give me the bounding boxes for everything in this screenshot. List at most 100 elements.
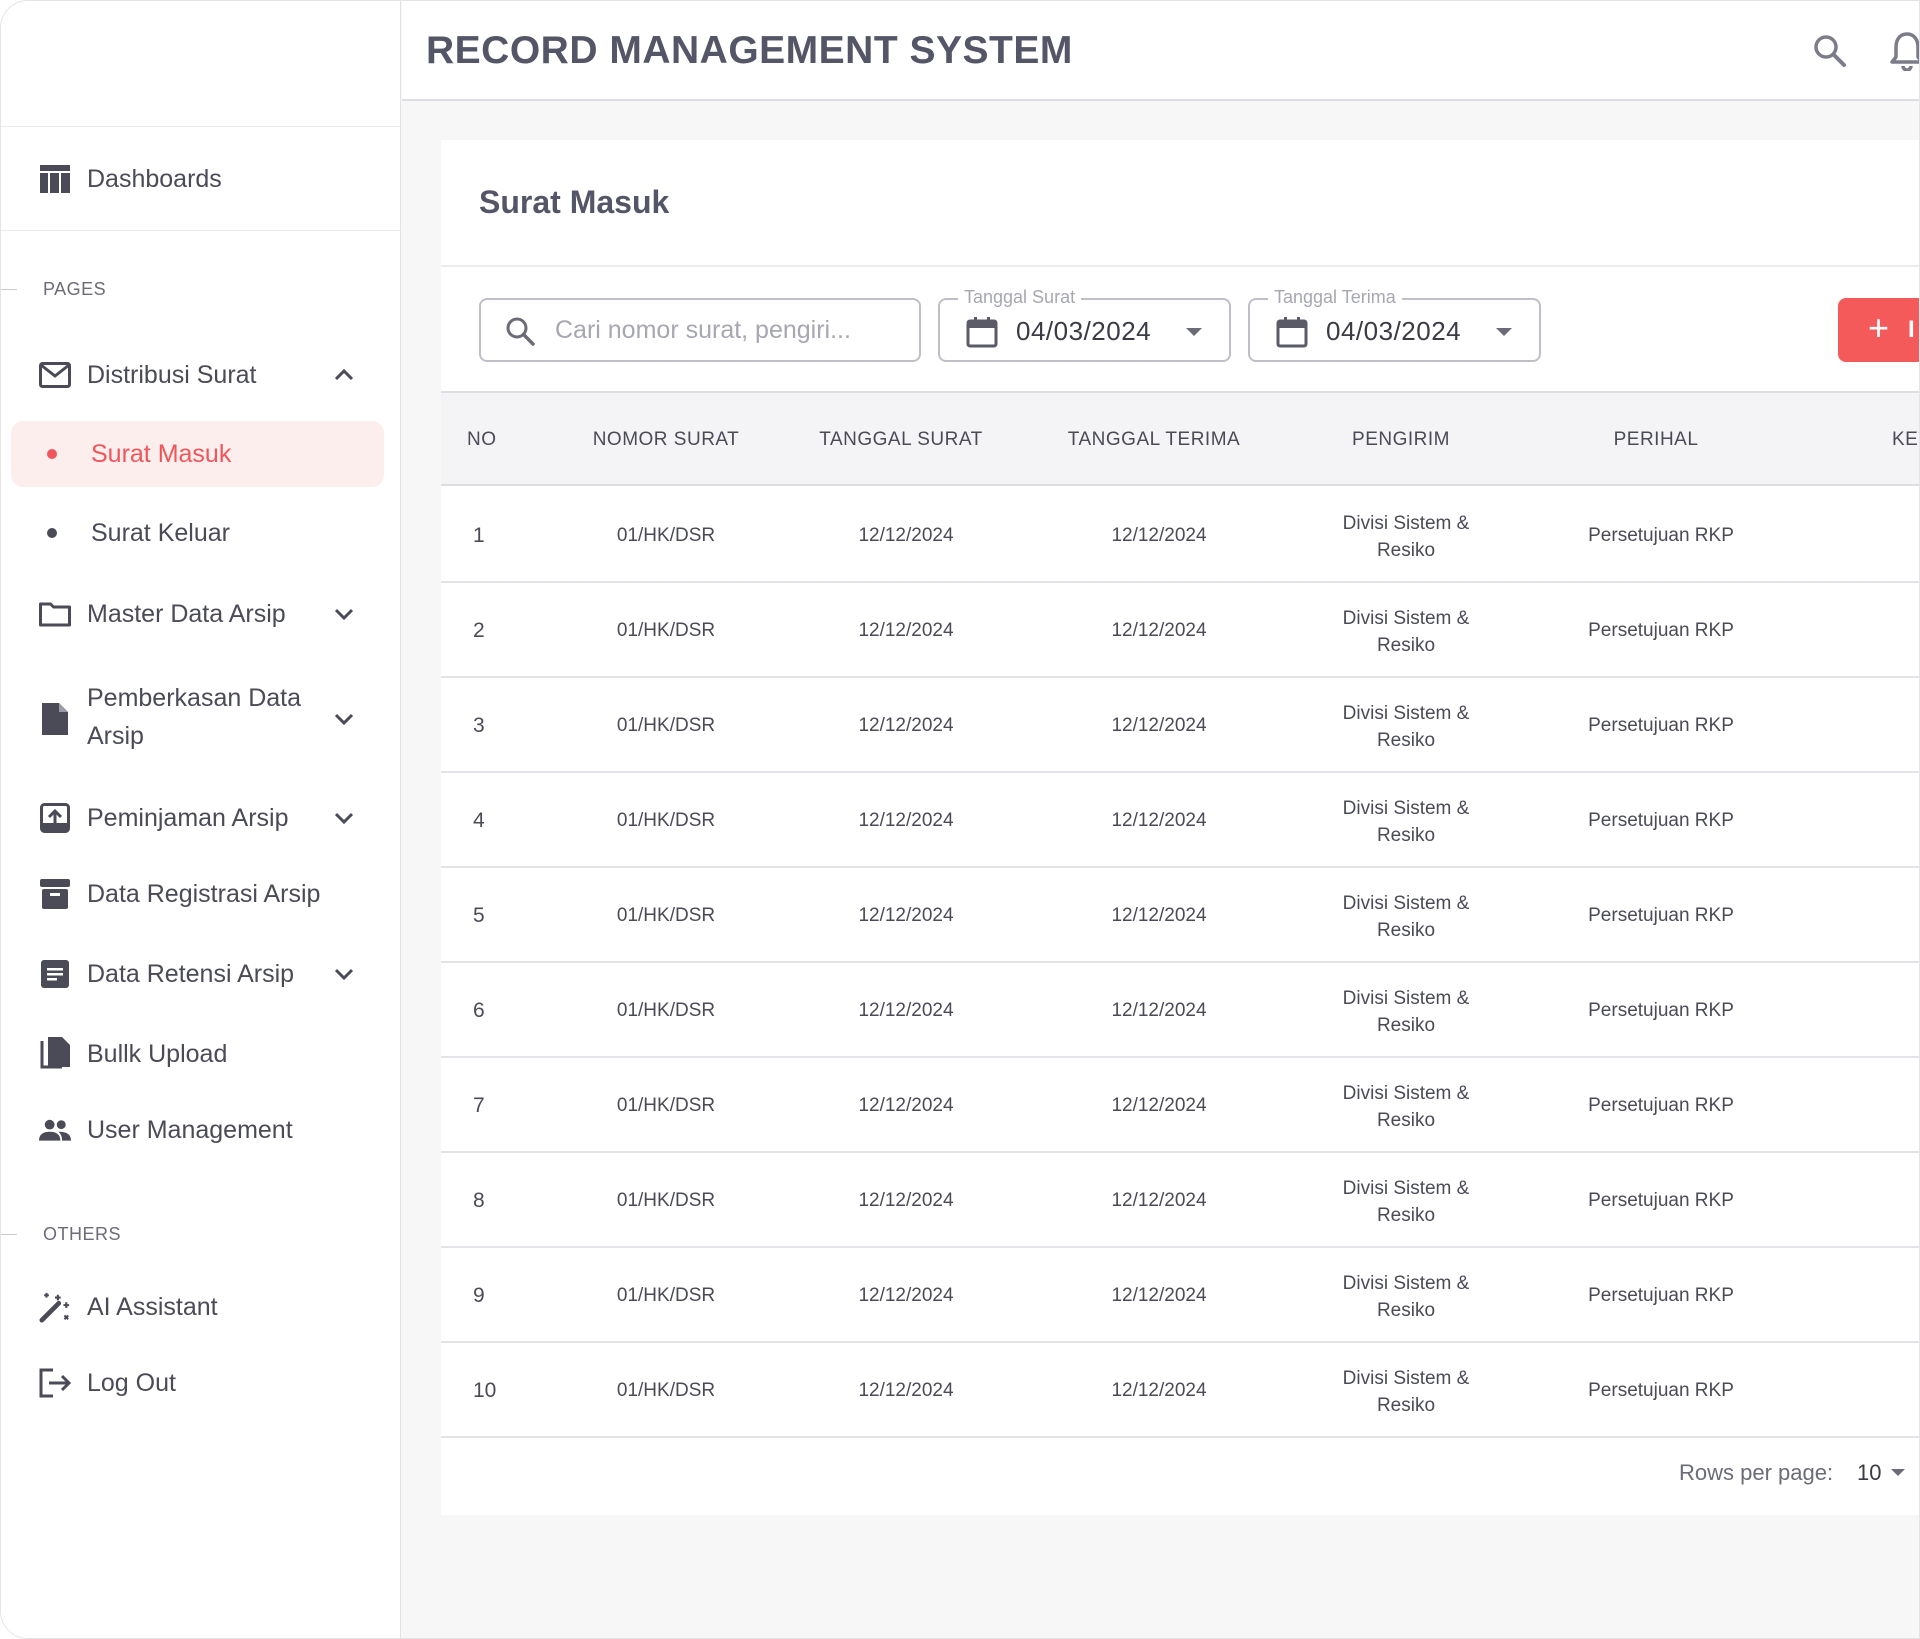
- app-title: RECORD MANAGEMENT SYSTEM: [426, 29, 1073, 72]
- table-row[interactable]: 8 01/HK/DSR 12/12/2024 12/12/2024 Divisi…: [441, 1153, 1919, 1248]
- box-upload-icon: [39, 802, 71, 834]
- cell-ket: -: [1913, 1000, 1919, 1022]
- search-input[interactable]: [555, 310, 905, 350]
- bell-icon[interactable]: [1890, 31, 1919, 72]
- cell-pengirim: Divisi Sistem & Resiko: [1342, 1178, 1470, 1226]
- sidebar-item-log-out[interactable]: Log Out: [1, 1363, 401, 1403]
- app-window: Dashboards PAGES Distribusi Surat Surat …: [0, 0, 1920, 1639]
- cell-ket: -: [1913, 1095, 1919, 1117]
- dropdown-caret-icon[interactable]: [1891, 1469, 1905, 1476]
- search-icon: [505, 316, 535, 346]
- dropdown-caret-icon: [1496, 328, 1512, 336]
- sidebar-item-dashboards[interactable]: Dashboards: [1, 159, 401, 199]
- rows-per-page-label: Rows per page:: [1679, 1460, 1834, 1485]
- sidebar-item-data-registrasi-arsip[interactable]: Data Registrasi Arsip: [1, 874, 401, 914]
- cell-tanggal-surat: 12/12/2024: [858, 1285, 954, 1306]
- cell-no: 8: [473, 1189, 485, 1212]
- cell-perihal: Persetujuan RKP: [1588, 715, 1734, 736]
- cell-nomor-surat: 01/HK/DSR: [616, 525, 716, 546]
- table-row[interactable]: 6 01/HK/DSR 12/12/2024 12/12/2024 Divisi…: [441, 963, 1919, 1058]
- sidebar-item-surat-masuk[interactable]: Surat Masuk: [11, 421, 384, 487]
- cell-perihal: Persetujuan RKP: [1588, 1190, 1734, 1211]
- cell-pengirim: Divisi Sistem & Resiko: [1342, 893, 1470, 941]
- users-icon: [39, 1114, 71, 1146]
- cell-tanggal-surat: 12/12/2024: [858, 715, 954, 736]
- column-header-nomor-surat[interactable]: NOMOR SURAT: [571, 429, 761, 451]
- chevron-down-icon[interactable]: [331, 961, 357, 987]
- cell-ket: -: [1913, 905, 1919, 927]
- cell-tanggal-terima: 12/12/2024: [1111, 1285, 1207, 1306]
- sidebar-item-ai-assistant[interactable]: AI Assistant: [1, 1287, 401, 1327]
- sidebar-item-master-data-arsip[interactable]: Master Data Arsip: [1, 594, 401, 634]
- sidebar-item-label: Peminjaman Arsip: [87, 804, 289, 832]
- cell-ket: -: [1913, 1285, 1919, 1307]
- cell-tanggal-terima: 12/12/2024: [1111, 1190, 1207, 1211]
- column-header-tanggal-terima[interactable]: TANGGAL TERIMA: [1059, 429, 1249, 451]
- table-row[interactable]: 2 01/HK/DSR 12/12/2024 12/12/2024 Divisi…: [441, 583, 1919, 678]
- cell-ket: -: [1913, 620, 1919, 642]
- search-field[interactable]: [479, 298, 921, 362]
- chevron-down-icon[interactable]: [331, 805, 357, 831]
- cell-pengirim: Divisi Sistem & Resiko: [1342, 513, 1470, 561]
- cell-tanggal-surat: 12/12/2024: [858, 1190, 954, 1211]
- sidebar-logo-area: [1, 1, 400, 127]
- sidebar-item-label: Bullk Upload: [87, 1040, 228, 1068]
- divider: [441, 265, 1919, 267]
- tanggal-terima-picker[interactable]: Tanggal Terima 04/03/2024: [1248, 287, 1541, 362]
- cell-nomor-surat: 01/HK/DSR: [616, 715, 716, 736]
- sidebar-item-data-retensi-arsip[interactable]: Data Retensi Arsip: [1, 954, 401, 994]
- cell-pengirim: Divisi Sistem & Resiko: [1342, 1368, 1470, 1416]
- cell-pengirim: Divisi Sistem & Resiko: [1342, 798, 1470, 846]
- sidebar-item-peminjaman-arsip[interactable]: Peminjaman Arsip: [1, 798, 401, 838]
- chevron-down-icon[interactable]: [331, 601, 357, 627]
- add-button[interactable]: + I: [1838, 298, 1919, 362]
- cell-pengirim: Divisi Sistem & Resiko: [1342, 988, 1470, 1036]
- table-row[interactable]: 10 01/HK/DSR 12/12/2024 12/12/2024 Divis…: [441, 1343, 1919, 1438]
- chevron-up-icon[interactable]: [331, 362, 357, 388]
- column-header-tanggal-surat[interactable]: TANGGAL SURAT: [811, 429, 991, 451]
- cell-tanggal-surat: 12/12/2024: [858, 1380, 954, 1401]
- sidebar-item-bulk-upload[interactable]: Bullk Upload: [1, 1034, 401, 1074]
- files-icon: [39, 1037, 71, 1070]
- sidebar-item-surat-keluar[interactable]: Surat Keluar: [11, 500, 384, 566]
- table-row[interactable]: 7 01/HK/DSR 12/12/2024 12/12/2024 Divisi…: [441, 1058, 1919, 1153]
- cell-ket: -: [1913, 525, 1919, 547]
- table-row[interactable]: 1 01/HK/DSR 12/12/2024 12/12/2024 Divisi…: [441, 488, 1919, 583]
- bullet-icon: [47, 449, 57, 459]
- column-header-no[interactable]: NO: [467, 429, 497, 451]
- sidebar-item-label: Pemberkasan Data: [87, 684, 302, 712]
- date-value: 04/03/2024: [1326, 316, 1462, 346]
- cell-perihal: Persetujuan RKP: [1588, 1380, 1734, 1401]
- sidebar-item-label: User Management: [87, 1116, 293, 1144]
- sidebar-item-label: Surat Keluar: [91, 518, 230, 547]
- rows-per-page-select[interactable]: 10: [1857, 1460, 1881, 1486]
- cell-ket: -: [1913, 810, 1919, 832]
- search-icon[interactable]: [1812, 33, 1848, 69]
- document-icon: [39, 703, 71, 735]
- top-bar: RECORD MANAGEMENT SYSTEM: [402, 1, 1919, 101]
- cell-pengirim: Divisi Sistem & Resiko: [1342, 703, 1470, 751]
- sidebar-item-label: Data Retensi Arsip: [87, 960, 295, 988]
- column-header-ket[interactable]: KET: [1892, 429, 1919, 451]
- table-row[interactable]: 4 01/HK/DSR 12/12/2024 12/12/2024 Divisi…: [441, 773, 1919, 868]
- column-header-pengirim[interactable]: PENGIRIM: [1306, 429, 1496, 451]
- sidebar-item-user-management[interactable]: User Management: [1, 1110, 401, 1150]
- sidebar-item-label: Surat Masuk: [91, 439, 232, 468]
- section-label: PAGES: [43, 279, 107, 299]
- cell-tanggal-surat: 12/12/2024: [858, 525, 954, 546]
- cell-perihal: Persetujuan RKP: [1588, 525, 1734, 546]
- table-row[interactable]: 9 01/HK/DSR 12/12/2024 12/12/2024 Divisi…: [441, 1248, 1919, 1343]
- cell-nomor-surat: 01/HK/DSR: [616, 810, 716, 831]
- sidebar-item-distribusi-surat[interactable]: Distribusi Surat: [1, 355, 401, 395]
- cell-perihal: Persetujuan RKP: [1588, 810, 1734, 831]
- table-row[interactable]: 3 01/HK/DSR 12/12/2024 12/12/2024 Divisi…: [441, 678, 1919, 773]
- column-header-perihal[interactable]: PERIHAL: [1551, 429, 1761, 451]
- cell-tanggal-terima: 12/12/2024: [1111, 715, 1207, 736]
- chevron-down-icon[interactable]: [331, 706, 357, 732]
- sidebar-item-pemberkasan-data-arsip[interactable]: Pemberkasan Data Arsip: [1, 679, 401, 759]
- cell-nomor-surat: 01/HK/DSR: [616, 1095, 716, 1116]
- cell-no: 4: [473, 809, 485, 832]
- magic-wand-icon: [39, 1291, 71, 1323]
- tanggal-surat-picker[interactable]: Tanggal Surat 04/03/2024: [938, 287, 1231, 362]
- table-row[interactable]: 5 01/HK/DSR 12/12/2024 12/12/2024 Divisi…: [441, 868, 1919, 963]
